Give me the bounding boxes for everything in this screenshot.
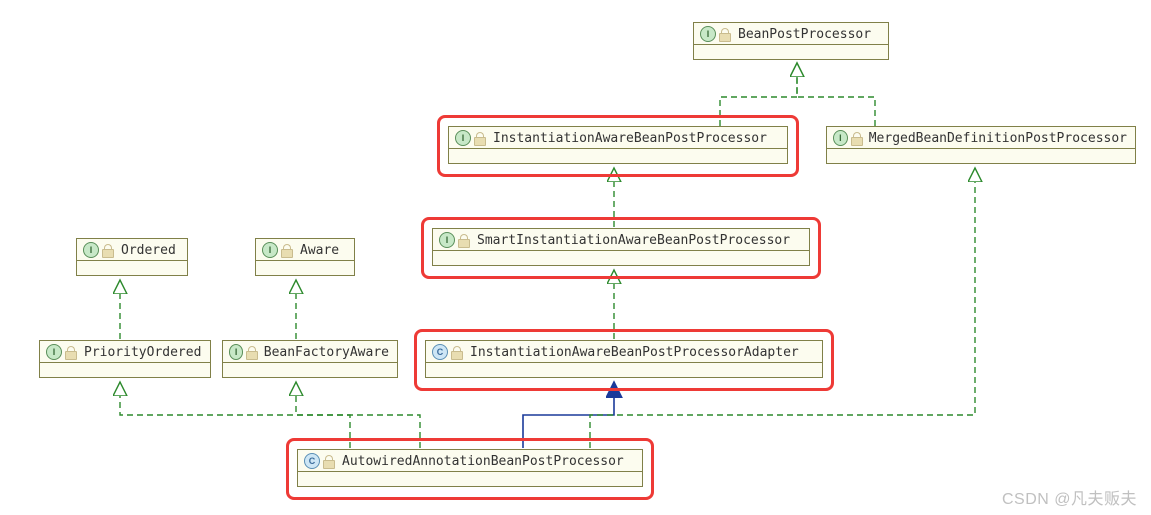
interface-icon: I bbox=[833, 130, 848, 146]
lock-icon bbox=[101, 244, 115, 256]
lock-icon bbox=[718, 28, 732, 40]
lock-icon bbox=[457, 234, 471, 246]
node-priority-ordered: I PriorityOrdered bbox=[39, 340, 211, 378]
node-bean-factory-aware: I BeanFactoryAware bbox=[222, 340, 398, 378]
lock-icon bbox=[245, 346, 257, 358]
lock-icon bbox=[473, 132, 487, 144]
lock-icon bbox=[450, 346, 464, 358]
lock-icon bbox=[64, 346, 78, 358]
node-label: Aware bbox=[300, 243, 339, 258]
lock-icon bbox=[280, 244, 294, 256]
interface-icon: I bbox=[262, 242, 278, 258]
interface-icon: I bbox=[83, 242, 99, 258]
interface-icon: I bbox=[229, 344, 243, 360]
node-label: MergedBeanDefinitionPostProcessor bbox=[869, 131, 1127, 146]
interface-icon: I bbox=[46, 344, 62, 360]
lock-icon bbox=[850, 132, 863, 144]
node-label: AutowiredAnnotationBeanPostProcessor bbox=[342, 454, 624, 469]
node-ordered: I Ordered bbox=[76, 238, 188, 276]
interface-icon: I bbox=[455, 130, 471, 146]
interface-icon: I bbox=[700, 26, 716, 42]
node-label: PriorityOrdered bbox=[84, 345, 201, 360]
node-label: BeanFactoryAware bbox=[264, 345, 389, 360]
node-instantiation-aware-bpp: I InstantiationAwareBeanPostProcessor bbox=[448, 126, 788, 164]
node-bean-post-processor: I BeanPostProcessor bbox=[693, 22, 889, 60]
lock-icon bbox=[322, 455, 336, 467]
node-smart-instantiation-aware-bpp: I SmartInstantiationAwareBeanPostProcesso… bbox=[432, 228, 810, 266]
node-merged-bean-def-pp: I MergedBeanDefinitionPostProcessor bbox=[826, 126, 1136, 164]
node-label: InstantiationAwareBeanPostProcessor bbox=[493, 131, 767, 146]
interface-icon: I bbox=[439, 232, 455, 248]
class-icon: C bbox=[304, 453, 320, 469]
node-label: Ordered bbox=[121, 243, 176, 258]
node-autowired-annotation-bpp: C AutowiredAnnotationBeanPostProcessor bbox=[297, 449, 643, 487]
watermark: CSDN @凡夫贩夫 bbox=[1002, 485, 1137, 509]
node-label: SmartInstantiationAwareBeanPostProcessor bbox=[477, 233, 790, 248]
node-label: InstantiationAwareBeanPostProcessorAdapt… bbox=[470, 345, 799, 360]
class-icon: C bbox=[432, 344, 448, 360]
node-instantiation-aware-bpp-adapter: C InstantiationAwareBeanPostProcessorAdap… bbox=[425, 340, 823, 378]
node-label: BeanPostProcessor bbox=[738, 27, 871, 42]
node-aware: I Aware bbox=[255, 238, 355, 276]
